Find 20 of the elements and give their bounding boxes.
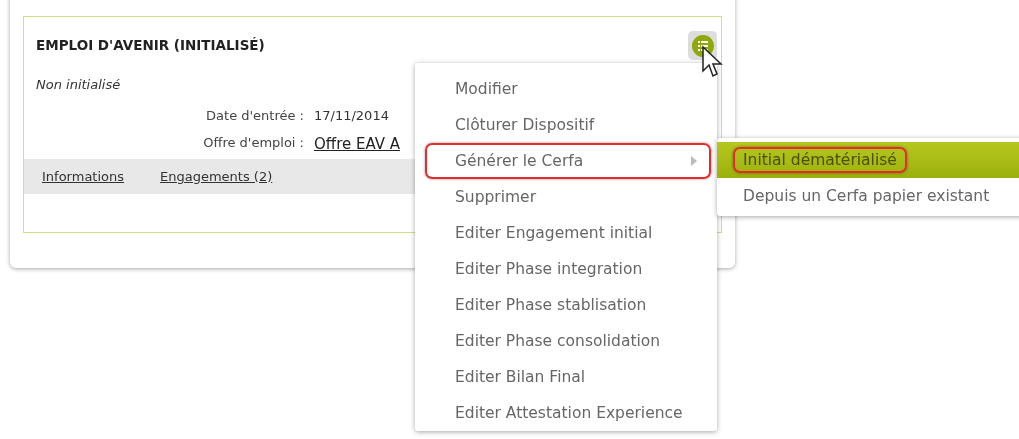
- menu-item[interactable]: Editer Phase stablisation: [425, 287, 711, 323]
- menu-item[interactable]: Clôturer Dispositif: [425, 107, 711, 143]
- menu-item[interactable]: Editer Engagement initial: [425, 215, 711, 251]
- menu-item[interactable]: Editer Bilan Final: [425, 359, 711, 395]
- menu-item[interactable]: Générer le Cerfa: [425, 143, 711, 179]
- field-label: Date d'entrée :: [205, 108, 304, 123]
- tab-link[interactable]: Engagements (2): [160, 169, 273, 184]
- menu-item[interactable]: Editer Phase consolidation: [425, 323, 711, 359]
- card-title: EMPLOI D'AVENIR (INITIALISÉ): [36, 37, 265, 53]
- submenu-item[interactable]: Depuis un Cerfa papier existant: [717, 178, 1019, 214]
- menu-item[interactable]: Supprimer: [425, 179, 711, 215]
- tab-link[interactable]: Informations: [42, 169, 125, 184]
- field-label: Offre d'emploi :: [202, 135, 304, 152]
- menu-item[interactable]: Modifier: [425, 71, 711, 107]
- status-text: Non initialisé: [36, 77, 121, 92]
- menu-item[interactable]: Editer Phase integration: [425, 251, 711, 287]
- job-offer-link[interactable]: Offre EAV A: [314, 135, 401, 153]
- submenu-item[interactable]: Initial dématérialisé: [717, 142, 1019, 178]
- field-value: 17/11/2014: [314, 108, 389, 123]
- menu-item[interactable]: Editer Attestation Experience: [425, 395, 711, 431]
